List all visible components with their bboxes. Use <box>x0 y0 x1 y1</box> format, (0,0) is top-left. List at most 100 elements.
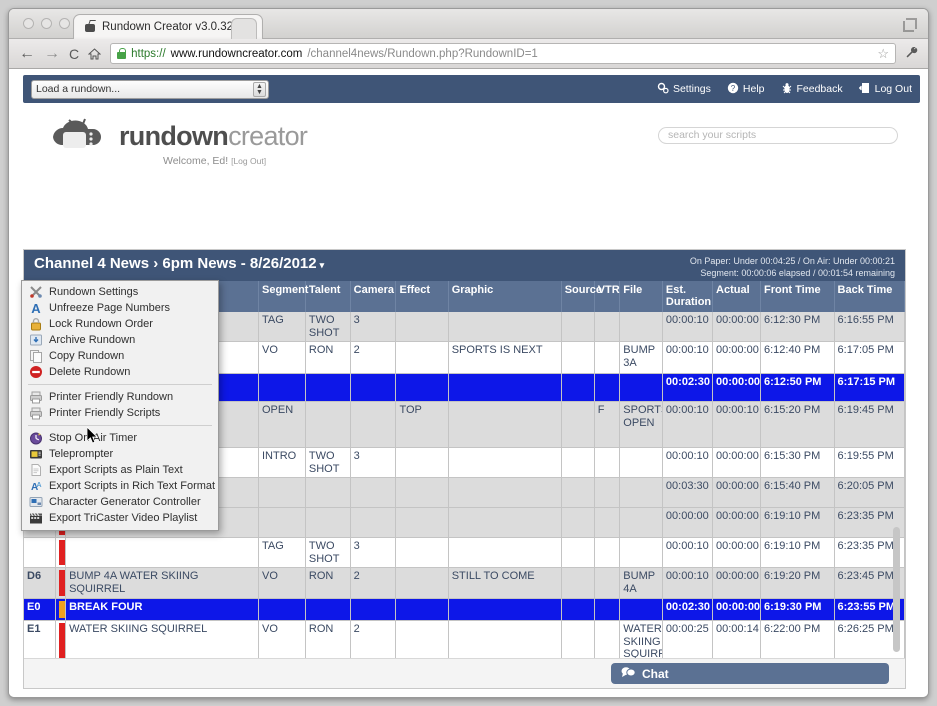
menu-item-export-scripts-as-plain-text[interactable]: Export Scripts as Plain Text <box>22 462 218 478</box>
cell-actual[interactable]: 00:00:00 <box>712 598 761 621</box>
cell-vtr[interactable] <box>594 537 621 568</box>
cell-actual[interactable]: 00:00:00 <box>712 477 761 508</box>
cell-camera[interactable] <box>350 401 397 448</box>
cell-segment[interactable]: TAG <box>258 312 306 342</box>
cell-camera[interactable] <box>350 373 397 402</box>
row-slug[interactable] <box>65 537 259 568</box>
load-rundown-select[interactable]: Load a rundown... ▲ ▼ <box>31 79 269 99</box>
cell-est[interactable]: 00:00:25 <box>662 620 714 658</box>
menu-item-rundown-settings[interactable]: Rundown Settings <box>22 284 218 300</box>
menu-item-stop-on-air-timer[interactable]: Stop On-Air Timer <box>22 430 218 446</box>
minimize-window-button[interactable] <box>41 18 52 29</box>
cell-front[interactable]: 6:19:30 PM <box>760 598 835 621</box>
cell-file[interactable] <box>619 507 663 538</box>
cell-segment[interactable]: VO <box>258 341 306 374</box>
cell-graphic[interactable] <box>448 312 562 342</box>
cell-front[interactable]: 6:12:40 PM <box>760 341 835 374</box>
cell-actual[interactable]: 00:00:00 <box>712 567 761 599</box>
cell-segment[interactable] <box>258 598 306 621</box>
column-header-front[interactable]: Front Time <box>760 281 835 312</box>
cell-segment[interactable]: VO <box>258 620 306 658</box>
column-header-talent[interactable]: Talent <box>305 281 351 312</box>
cell-vtr[interactable] <box>594 373 621 402</box>
column-header-actual[interactable]: Actual <box>712 281 761 312</box>
cell-source[interactable] <box>561 312 595 342</box>
cell-graphic[interactable] <box>448 537 562 568</box>
cell-effect[interactable] <box>395 507 449 538</box>
cell-front[interactable]: 6:12:30 PM <box>760 312 835 342</box>
cell-source[interactable] <box>561 341 595 374</box>
zoom-window-button[interactable] <box>59 18 70 29</box>
menu-item-unfreeze-page-numbers[interactable]: A Unfreeze Page Numbers <box>22 300 218 316</box>
feedback-link[interactable]: Feedback <box>781 82 843 97</box>
row-slug[interactable]: BUMP 4A WATER SKIING SQUIRREL <box>65 567 259 599</box>
cell-est[interactable]: 00:00:10 <box>662 537 714 568</box>
close-window-button[interactable] <box>23 18 34 29</box>
cell-source[interactable] <box>561 598 595 621</box>
cell-talent[interactable] <box>305 507 351 538</box>
cell-vtr[interactable] <box>594 341 621 374</box>
cell-actual[interactable]: 00:00:00 <box>712 537 761 568</box>
column-header-source[interactable]: Source <box>561 281 602 312</box>
window-controls[interactable] <box>23 18 70 29</box>
cell-graphic[interactable] <box>448 620 562 658</box>
back-icon[interactable]: ← <box>19 45 35 62</box>
cell-source[interactable] <box>561 401 595 448</box>
cell-vtr[interactable] <box>594 312 621 342</box>
table-row[interactable]: E0 BREAK FOUR 00:02:30 00:00:00 6:19:30 PM 6:… <box>24 598 905 621</box>
cell-segment[interactable]: OPEN <box>258 401 306 448</box>
cell-est[interactable]: 00:03:30 <box>662 477 714 508</box>
cell-camera[interactable]: 3 <box>350 312 397 342</box>
cell-segment[interactable] <box>258 507 306 538</box>
cell-graphic[interactable] <box>448 477 562 508</box>
column-header-camera[interactable]: Camera <box>350 281 397 312</box>
cell-file[interactable]: BUMP 4A <box>619 567 663 599</box>
cell-front[interactable]: 6:19:10 PM <box>760 507 835 538</box>
cell-source[interactable] <box>561 477 595 508</box>
cell-effect[interactable]: TOP <box>395 401 449 448</box>
menu-item-archive-rundown[interactable]: Archive Rundown <box>22 332 218 348</box>
menu-item-printer-friendly-scripts[interactable]: Printer Friendly Scripts <box>22 405 218 421</box>
cell-effect[interactable] <box>395 598 449 621</box>
menu-item-lock-rundown-order[interactable]: Lock Rundown Order <box>22 316 218 332</box>
cell-est[interactable]: 00:00:10 <box>662 447 714 478</box>
menu-item-delete-rundown[interactable]: Delete Rundown <box>22 364 218 380</box>
row-slug[interactable]: BREAK FOUR <box>65 598 259 621</box>
cell-actual[interactable]: 00:00:00 <box>712 341 761 374</box>
cell-front[interactable]: 6:19:20 PM <box>760 567 835 599</box>
cell-camera[interactable] <box>350 477 397 508</box>
cell-file[interactable]: WATER SKIING SQUIRREL VO <box>619 620 663 658</box>
cell-talent[interactable]: RON <box>305 567 351 599</box>
menu-item-printer-friendly-rundown[interactable]: Printer Friendly Rundown <box>22 389 218 405</box>
reload-icon[interactable]: C <box>69 46 79 62</box>
cell-est[interactable]: 00:00:10 <box>662 567 714 599</box>
cell-file[interactable] <box>619 477 663 508</box>
cell-talent[interactable]: TWO SHOT <box>305 447 351 478</box>
row-id[interactable]: D6 <box>24 567 57 599</box>
cell-front[interactable]: 6:15:30 PM <box>760 447 835 478</box>
column-header-est[interactable]: Est. Duration <box>662 281 714 312</box>
cell-graphic[interactable]: STILL TO COME <box>448 567 562 599</box>
rundown-actions-menu[interactable]: Rundown Settings A Unfreeze Page Numbers Lo… <box>21 280 219 531</box>
help-link[interactable]: ? Help <box>727 82 765 97</box>
cell-talent[interactable]: RON <box>305 341 351 374</box>
cell-segment[interactable] <box>258 373 306 402</box>
menu-item-export-tricaster-video-playlist[interactable]: Export TriCaster Video Playlist <box>22 510 218 526</box>
cell-actual[interactable]: 00:00:00 <box>712 373 761 402</box>
cell-talent[interactable]: TWO SHOT <box>305 312 351 342</box>
cell-front[interactable]: 6:12:50 PM <box>760 373 835 402</box>
cell-vtr[interactable] <box>594 620 621 658</box>
cell-est[interactable]: 00:00:00 <box>662 507 714 538</box>
cell-actual[interactable]: 00:00:14 <box>712 620 761 658</box>
bookmark-star-icon[interactable]: ☆ <box>877 46 889 62</box>
cell-est[interactable]: 00:02:30 <box>662 598 714 621</box>
cell-effect[interactable] <box>395 620 449 658</box>
cell-est[interactable]: 00:00:10 <box>662 312 714 342</box>
cell-segment[interactable]: VO <box>258 567 306 599</box>
column-header-segment[interactable]: Segment <box>258 281 308 312</box>
cell-front[interactable]: 6:15:40 PM <box>760 477 835 508</box>
cell-effect[interactable] <box>395 373 449 402</box>
row-slug[interactable]: WATER SKIING SQUIRREL <box>65 620 259 658</box>
cell-camera[interactable]: 2 <box>350 567 397 599</box>
column-header-effect[interactable]: Effect <box>395 281 449 312</box>
